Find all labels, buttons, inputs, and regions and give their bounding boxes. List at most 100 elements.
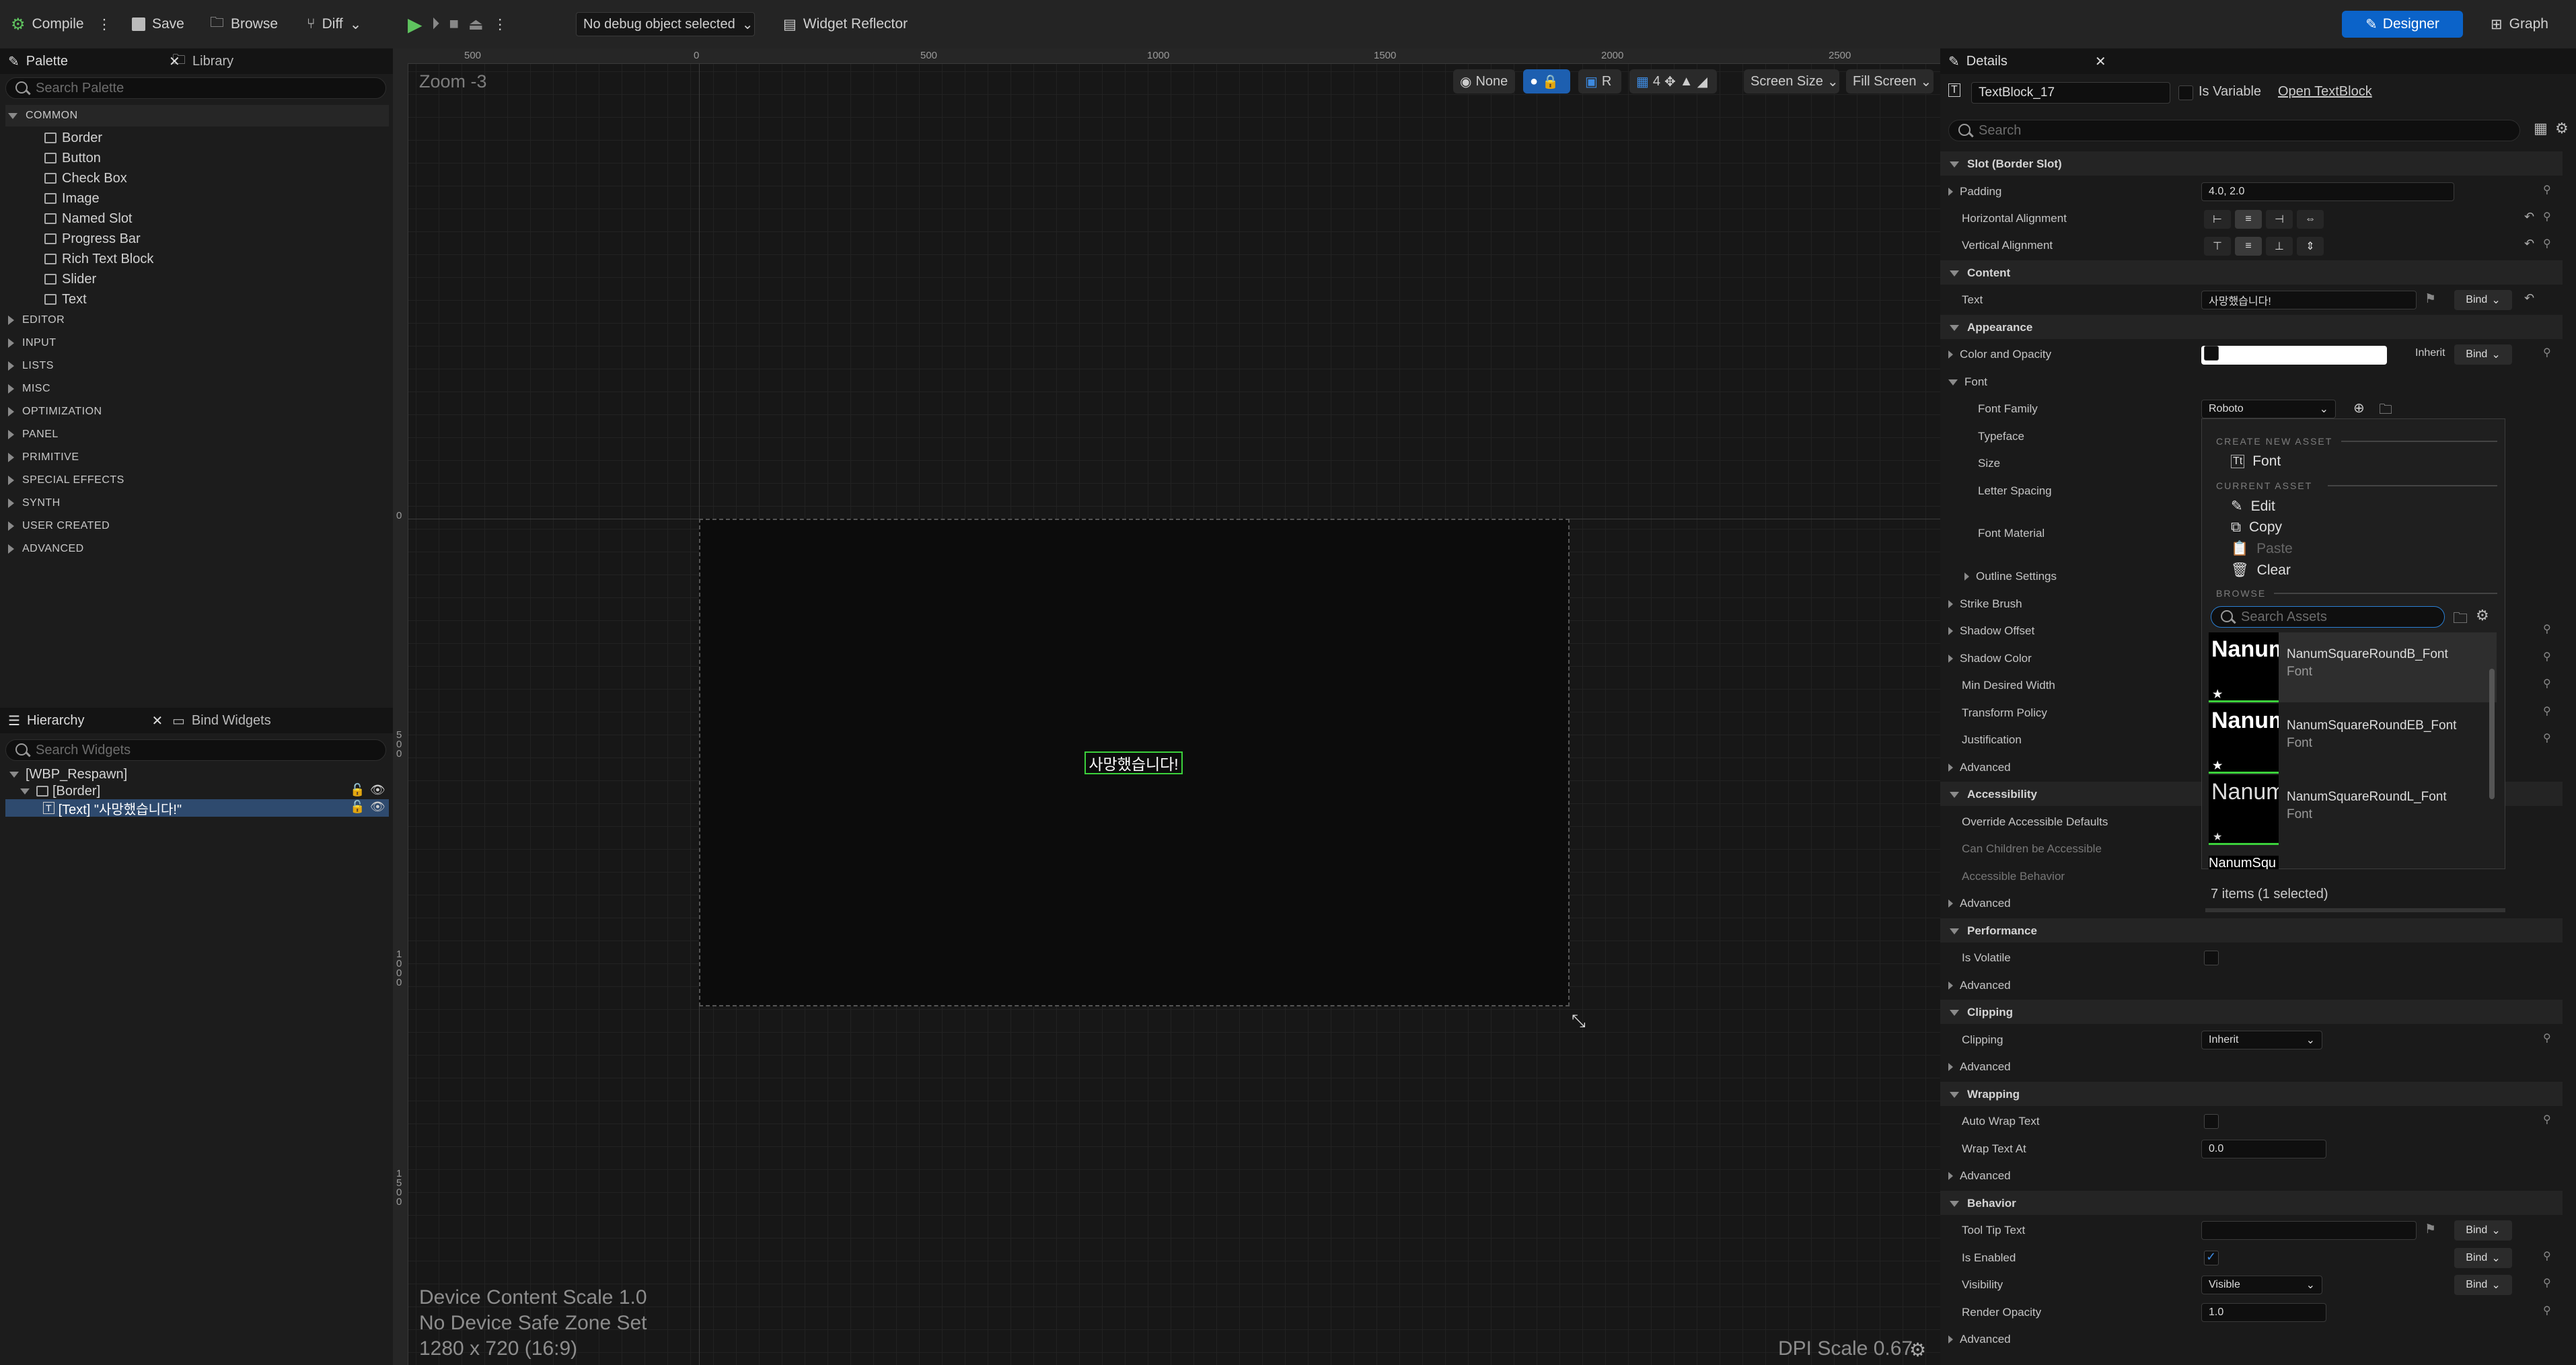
category-input[interactable]: INPUT <box>5 332 389 354</box>
pin-icon[interactable]: ⚲ <box>2543 210 2551 223</box>
fill-screen-dropdown[interactable]: Fill Screen ⌄ <box>1846 69 1934 94</box>
respect-locks-toggle[interactable]: ▣ R <box>1578 69 1621 94</box>
category-lists[interactable]: LISTS <box>5 355 389 377</box>
resize-handle-icon[interactable]: ⤡ <box>1572 1010 1586 1032</box>
reset-icon[interactable]: ↶ <box>2524 237 2534 251</box>
section-content[interactable]: Content <box>1947 262 2552 285</box>
section-wrapping[interactable]: Wrapping <box>1947 1083 2552 1106</box>
is-volatile-checkbox[interactable] <box>2204 951 2219 965</box>
more-icon[interactable]: ⋮ <box>98 16 112 33</box>
wrap-at-input[interactable]: 0.0 <box>2201 1140 2326 1158</box>
caret-right-icon[interactable] <box>1948 982 1953 990</box>
lock-icon[interactable]: 🔓 <box>350 783 365 797</box>
pin-icon[interactable]: ⚲ <box>2543 622 2551 636</box>
hierarchy-search-input[interactable]: Search Widgets <box>5 739 386 761</box>
details-search-input[interactable]: Search <box>1948 120 2520 141</box>
lock-icon[interactable]: 🔓 <box>350 800 365 814</box>
enabled-bind-button[interactable]: Bind ⌄ <box>2454 1248 2512 1268</box>
padding-input[interactable]: 4.0, 2.0 <box>2201 182 2454 201</box>
palette-item-border[interactable]: Border <box>44 128 102 148</box>
palette-item-progress-bar[interactable]: Progress Bar <box>44 229 141 249</box>
compile-button[interactable]: ⚙ Compile ⋮ <box>11 11 112 38</box>
tooltip-bind-button[interactable]: Bind ⌄ <box>2454 1220 2512 1241</box>
more-icon[interactable]: ⋮ <box>493 16 507 33</box>
category-misc[interactable]: MISC <box>5 378 389 400</box>
color-bind-button[interactable]: Bind ⌄ <box>2454 344 2512 365</box>
designer-mode-button[interactable]: ✎ Designer <box>2342 11 2463 38</box>
palette-item-rich-text-block[interactable]: Rich Text Block <box>44 249 153 269</box>
pin-icon[interactable]: ⚲ <box>2543 1304 2551 1317</box>
visibility-dropdown[interactable]: Visible ⌄ <box>2201 1276 2322 1294</box>
caret-right-icon[interactable] <box>1964 573 1969 581</box>
category-synth[interactable]: SYNTH <box>5 492 389 514</box>
font-asset-item[interactable]: Nanum★NanumSquareRoundEB_FontFont <box>2209 704 2497 774</box>
section-slot[interactable]: Slot (Border Slot) <box>1947 153 2552 176</box>
caret-right-icon[interactable] <box>1948 899 1953 908</box>
category-user-created[interactable]: USER CREATED <box>5 515 389 537</box>
widget-reflector-button[interactable]: ▤ Widget Reflector <box>783 11 908 38</box>
caret-right-icon[interactable] <box>1948 1063 1953 1071</box>
caret-right-icon[interactable] <box>1948 1335 1953 1343</box>
close-icon[interactable]: ✕ <box>2095 53 2106 70</box>
pin-icon[interactable]: ⚲ <box>2543 731 2551 745</box>
is-variable-checkbox[interactable] <box>2178 85 2193 100</box>
pin-icon[interactable]: ⚲ <box>2543 183 2551 196</box>
tab-palette[interactable]: ✎ Palette ✕ <box>8 48 180 74</box>
resize-bar[interactable] <box>2205 908 2505 912</box>
category-advanced[interactable]: ADVANCED <box>5 538 389 560</box>
align-bottom-icon[interactable]: ⊥ <box>2266 237 2293 256</box>
caret-right-icon[interactable] <box>1948 188 1953 196</box>
clipping-dropdown[interactable]: Inherit ⌄ <box>2201 1031 2322 1049</box>
close-icon[interactable]: ✕ <box>152 712 163 729</box>
stop-icon[interactable]: ■ <box>449 15 459 34</box>
palette-item-check-box[interactable]: Check Box <box>44 168 127 188</box>
align-middle-icon[interactable]: ≡ <box>2235 237 2262 256</box>
create-font-item[interactable]: Tt Font <box>2231 453 2281 470</box>
caret-right-icon[interactable] <box>1948 655 1953 663</box>
reset-icon[interactable]: ↶ <box>2524 210 2534 224</box>
browse-button[interactable]: 🗀 Browse <box>210 11 278 38</box>
category-special-effects[interactable]: SPECIAL EFFECTS <box>5 470 389 491</box>
category-editor[interactable]: EDITOR <box>5 309 389 331</box>
eye-icon[interactable]: 👁 <box>370 800 385 814</box>
eject-icon[interactable]: ⏏ <box>468 15 484 34</box>
visibility-bind-button[interactable]: Bind ⌄ <box>2454 1275 2512 1295</box>
section-performance[interactable]: Performance <box>1947 920 2552 943</box>
pin-icon[interactable]: ⚲ <box>2543 650 2551 663</box>
open-textblock-link[interactable]: Open TextBlock <box>2278 84 2372 100</box>
tree-root[interactable]: [WBP_Respawn] <box>9 766 127 783</box>
save-button[interactable]: Save <box>132 11 184 38</box>
section-clipping[interactable]: Clipping <box>1947 1001 2552 1024</box>
palette-item-image[interactable]: Image <box>44 188 100 209</box>
play-icon[interactable]: ▶ <box>408 13 422 36</box>
tree-text[interactable]: T [Text] "사망했습니다!" <box>43 799 182 817</box>
copy-item[interactable]: ⧉ Copy <box>2231 519 2282 536</box>
tab-library[interactable]: 🗀 Library <box>172 48 233 74</box>
caret-right-icon[interactable] <box>1948 764 1953 772</box>
scrollbar-thumb[interactable] <box>2489 669 2495 799</box>
font-family-dropdown[interactable]: Roboto ⌄ <box>2201 400 2336 418</box>
debug-object-select[interactable]: No debug object selected ⌄ <box>576 12 755 36</box>
align-top-icon[interactable]: ⊤ <box>2204 237 2231 256</box>
tab-bind-widgets[interactable]: ▭ Bind Widgets <box>172 708 271 733</box>
align-vfill-icon[interactable]: ⇕ <box>2297 237 2324 256</box>
text-widget[interactable]: 사망했습니다! <box>1084 751 1183 774</box>
align-left-icon[interactable]: ⊢ <box>2204 210 2231 229</box>
pin-icon[interactable]: ⚲ <box>2543 1276 2551 1290</box>
graph-mode-button[interactable]: ⊞ Graph <box>2491 11 2548 38</box>
section-behavior[interactable]: Behavior <box>1947 1192 2552 1215</box>
pin-icon[interactable]: ⚲ <box>2543 1031 2551 1045</box>
pin-icon[interactable]: ⚲ <box>2543 346 2551 359</box>
color-swatch[interactable] <box>2201 346 2387 365</box>
category-optimization[interactable]: OPTIMIZATION <box>5 401 389 422</box>
render-opacity-input[interactable]: 1.0 <box>2201 1303 2326 1322</box>
palette-item-named-slot[interactable]: Named Slot <box>44 209 133 229</box>
diff-button[interactable]: ⑂ Diff ⌄ <box>307 11 361 38</box>
is-enabled-checkbox[interactable]: ✓ <box>2204 1250 2219 1265</box>
flag-icon[interactable]: ⚑ <box>2425 291 2436 307</box>
caret-right-icon[interactable] <box>1948 600 1953 608</box>
step-icon[interactable]: ⏵ <box>432 15 440 34</box>
screen-size-dropdown[interactable]: Screen Size ⌄ <box>1744 69 1839 94</box>
tab-details[interactable]: ✎ Details ✕ <box>1948 48 2106 74</box>
caret-right-icon[interactable] <box>1948 351 1953 359</box>
